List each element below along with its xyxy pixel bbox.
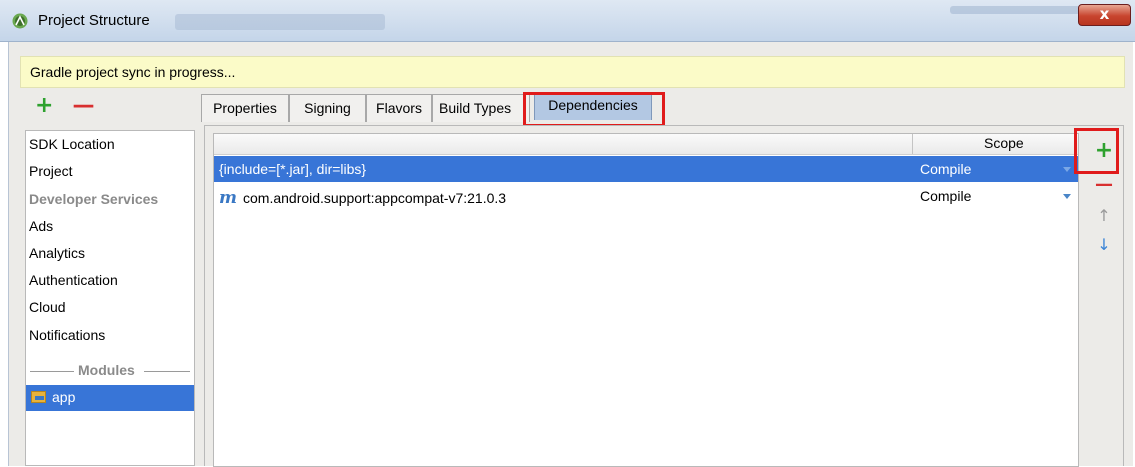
modules-label: Modules xyxy=(78,362,135,378)
sidebar-item-notifications[interactable]: Notifications xyxy=(29,327,105,343)
highlight-box-add-dependency xyxy=(1074,128,1119,174)
sidebar-section-developer-services: Developer Services xyxy=(29,191,159,207)
dependency-name: com.android.support:appcompat-v7:21.0.3 xyxy=(243,190,507,206)
scope-dropdown-icon[interactable] xyxy=(1063,194,1071,199)
sidebar-item-analytics[interactable]: Analytics xyxy=(29,245,85,261)
highlight-box-dependencies-tab xyxy=(523,92,665,127)
table-header: Scope xyxy=(214,134,1078,155)
remove-dependency-icon[interactable]: — xyxy=(1089,174,1119,195)
add-icon[interactable]: + xyxy=(35,93,53,118)
dialog-body: Gradle project sync in progress... + — S… xyxy=(8,42,1133,467)
module-label: app xyxy=(52,389,76,405)
dependencies-table: Scope {include=[*.jar], dir=libs} Compil… xyxy=(213,133,1079,467)
dependency-scope[interactable]: Compile xyxy=(920,188,971,204)
tab-flavors[interactable]: Flavors xyxy=(366,94,432,122)
dependency-name: {include=[*.jar], dir=libs} xyxy=(219,161,367,177)
close-button[interactable]: x xyxy=(1078,4,1131,26)
tab-build-types[interactable]: Build Types xyxy=(432,94,530,122)
sidebar-item-ads[interactable]: Ads xyxy=(29,218,53,234)
column-divider xyxy=(912,134,913,154)
remove-icon[interactable]: — xyxy=(72,93,94,118)
tab-properties[interactable]: Properties xyxy=(201,94,289,122)
maven-library-icon: m xyxy=(219,188,237,208)
tab-signing[interactable]: Signing xyxy=(289,94,366,122)
blurred-menu xyxy=(175,14,385,30)
sync-status-banner: Gradle project sync in progress... xyxy=(20,56,1125,88)
title-bar: Project Structure x xyxy=(0,0,1135,42)
sidebar-item-app-module[interactable]: app xyxy=(26,385,194,411)
sidebar: SDK Location Project Developer Services … xyxy=(25,130,195,466)
blurred-background xyxy=(950,6,1080,14)
sidebar-item-cloud[interactable]: Cloud xyxy=(29,299,66,315)
android-studio-icon xyxy=(12,13,28,29)
table-row[interactable]: m com.android.support:appcompat-v7:21.0.3… xyxy=(214,183,1078,209)
table-row[interactable]: {include=[*.jar], dir=libs} Compile xyxy=(214,156,1078,182)
dependencies-panel: Scope {include=[*.jar], dir=libs} Compil… xyxy=(204,125,1124,467)
sidebar-item-authentication[interactable]: Authentication xyxy=(29,272,118,288)
left-toolbar: + — xyxy=(35,93,106,118)
dependency-name-cell: m com.android.support:appcompat-v7:21.0.3 xyxy=(219,188,506,208)
dependency-scope[interactable]: Compile xyxy=(920,161,971,177)
module-folder-icon xyxy=(31,391,46,403)
separator-line xyxy=(30,371,74,372)
sidebar-item-sdk-location[interactable]: SDK Location xyxy=(29,136,115,152)
separator-line xyxy=(144,371,190,372)
column-header-scope[interactable]: Scope xyxy=(984,135,1024,151)
move-down-icon[interactable]: ↓ xyxy=(1089,235,1119,254)
window-title: Project Structure xyxy=(38,12,150,29)
modules-separator: Modules xyxy=(26,361,194,381)
scope-dropdown-icon[interactable] xyxy=(1063,167,1071,172)
move-up-icon[interactable]: ↑ xyxy=(1089,206,1119,225)
sidebar-item-project[interactable]: Project xyxy=(29,163,73,179)
